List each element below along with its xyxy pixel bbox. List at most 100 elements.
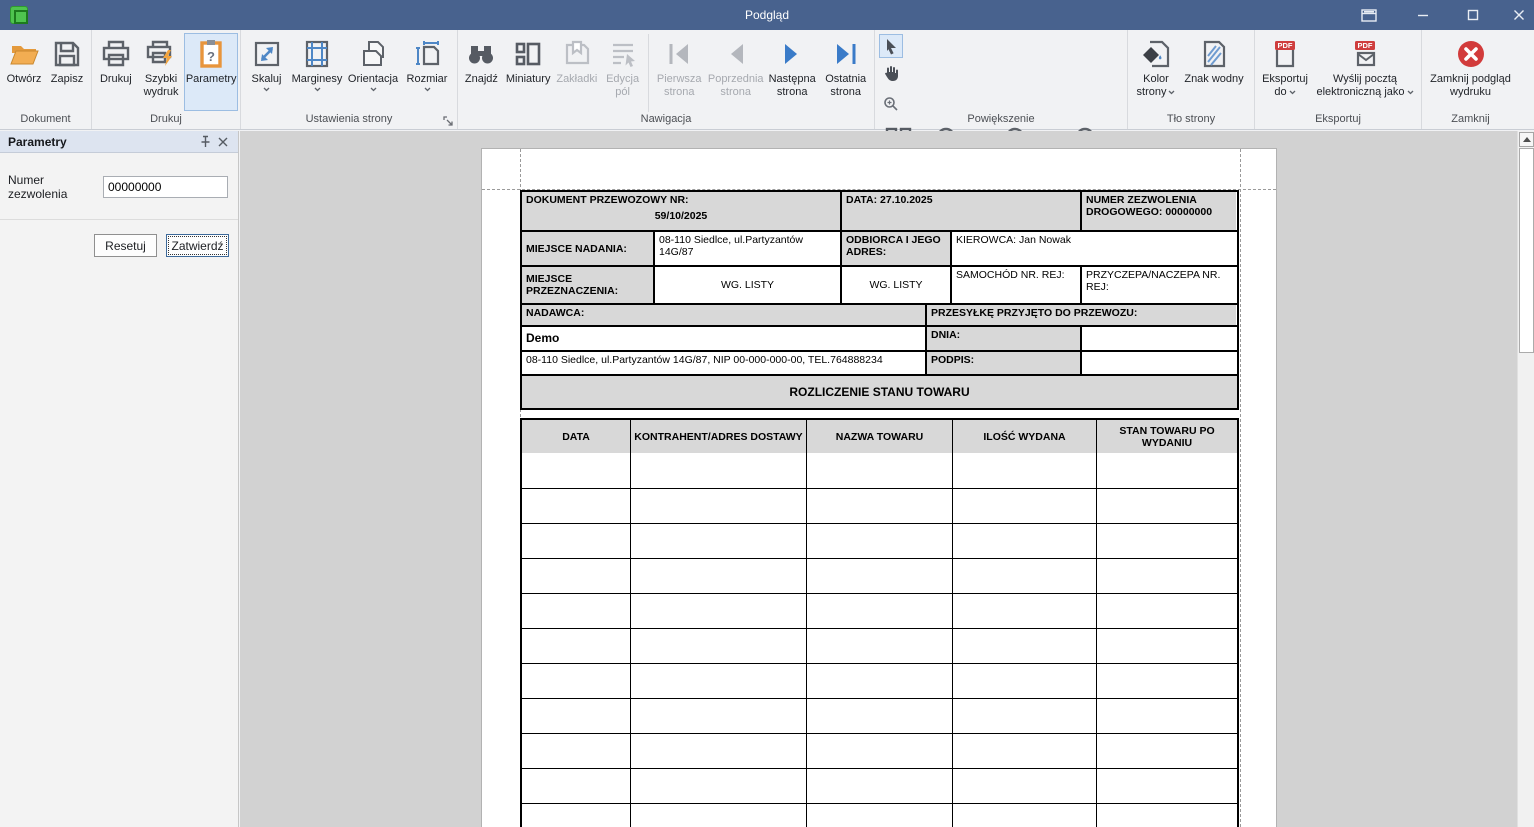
maximize-button[interactable] — [1458, 0, 1488, 30]
thumbnails-button[interactable]: Miniatury — [503, 33, 554, 111]
destination-label-cell: MIEJSCE PRZEZNACZENIA: — [522, 267, 653, 303]
table-cell — [630, 524, 806, 558]
table-cell — [806, 804, 952, 827]
margins-icon — [301, 38, 333, 70]
group-eksportuj: PDF Eksportuj do PDF Wyślij pocztą elekt… — [1255, 30, 1422, 129]
table-cell — [630, 769, 806, 803]
group-powiekszenie: Wiele stron Pomniejsz Powiększenie Pow — [875, 30, 1128, 129]
last-page-icon — [830, 38, 862, 70]
table-cell — [952, 524, 1096, 558]
parameters-button[interactable]: ? Parametry — [184, 33, 238, 111]
close-preview-button[interactable]: Zamknij podgląd wydruku — [1425, 33, 1517, 111]
column-header: DATA — [522, 420, 630, 453]
send-email-button[interactable]: PDF Wyślij pocztą elektroniczną jako — [1313, 33, 1417, 111]
group-zamknij: Zamknij podgląd wydruku Zamknij — [1422, 30, 1519, 129]
trailer-cell: PRZYCZEPA/NACZEPA NR. REJ: — [1080, 267, 1236, 303]
doc-number-cell: DOKUMENT PRZEWOZOWY NR: 59/10/2025 — [522, 192, 840, 230]
permit-number-label: Numer zezwolenia — [8, 173, 103, 201]
chevron-down-icon — [1289, 90, 1296, 95]
margins-button[interactable]: Marginesy — [290, 33, 344, 111]
last-page-button[interactable]: Ostatnia strona — [819, 33, 872, 111]
origin-label-cell: MIEJSCE NADANIA: — [522, 232, 653, 265]
open-button[interactable]: Otwórz — [2, 33, 46, 111]
table-row — [522, 488, 1237, 523]
save-button[interactable]: Zapisz — [46, 33, 88, 111]
preview-area[interactable]: DOKUMENT PRZEWOZOWY NR: 59/10/2025 DATA:… — [240, 131, 1517, 827]
pin-icon[interactable] — [196, 134, 214, 150]
ribbon-toggle-icon[interactable] — [1354, 0, 1384, 30]
pointer-tool-button[interactable] — [879, 34, 903, 58]
doc-date-cell: DATA: 27.10.2025 — [840, 192, 1080, 230]
svg-text:?: ? — [207, 49, 215, 64]
recipient-value-cell: WG. LISTY — [840, 267, 950, 303]
group-label-drukuj: Drukuj — [92, 112, 240, 129]
next-page-button[interactable]: Następna strona — [765, 33, 820, 111]
confirm-button[interactable]: Zatwierdź — [166, 234, 229, 257]
date-value-cell — [1080, 327, 1236, 350]
hand-tool-button[interactable] — [879, 61, 903, 85]
size-button[interactable]: Rozmiar — [402, 33, 452, 111]
export-to-button[interactable]: PDF Eksportuj do — [1257, 33, 1313, 111]
minimize-button[interactable] — [1408, 0, 1438, 30]
table-cell — [522, 559, 630, 593]
group-ustawienia-strony: Skaluj Marginesy Orientacja — [241, 30, 458, 129]
find-button[interactable]: Znajdź — [460, 33, 503, 111]
ribbon: Otwórz Zapisz Dokument Drukuj — [0, 30, 1534, 130]
panel-title: Parametry — [8, 135, 196, 149]
table-cell — [522, 664, 630, 698]
table-cell — [952, 489, 1096, 523]
table-cell — [630, 594, 806, 628]
table-cell — [1096, 629, 1237, 663]
chevron-down-icon — [370, 87, 377, 92]
dialog-launcher-icon[interactable] — [443, 116, 454, 127]
edit-fields-button[interactable]: Edycja pól — [600, 33, 645, 111]
scrollbar-thumb[interactable] — [1519, 148, 1534, 353]
table-cell — [1096, 453, 1237, 488]
permit-number-input[interactable] — [103, 176, 228, 198]
document-page: DOKUMENT PRZEWOZOWY NR: 59/10/2025 DATA:… — [481, 148, 1277, 827]
close-button[interactable] — [1504, 0, 1534, 30]
group-dokument: Otwórz Zapisz Dokument — [0, 30, 92, 129]
chevron-down-icon — [263, 87, 270, 92]
scale-button[interactable]: Skaluj — [243, 33, 290, 111]
window-title: Podgląd — [0, 8, 1534, 22]
parameters-clipboard-icon: ? — [195, 38, 227, 70]
table-cell — [630, 699, 806, 733]
scroll-up-button[interactable] — [1519, 132, 1534, 147]
table-cell — [806, 699, 952, 733]
table-cell — [522, 804, 630, 827]
parameters-panel: Parametry Numer zezwolenia Resetuj Zatwi… — [0, 131, 239, 827]
orientation-button[interactable]: Orientacja — [344, 33, 402, 111]
recipient-label-cell: ODBIORCA I JEGO ADRES: — [840, 232, 950, 265]
table-cell — [1096, 524, 1237, 558]
sender-name-cell: Demo — [522, 327, 925, 350]
margin-guide-right — [1240, 149, 1241, 827]
signature-label-cell: PODPIS: — [925, 352, 1080, 374]
svg-text:PDF: PDF — [1358, 41, 1373, 50]
table-row — [522, 733, 1237, 768]
table-row — [522, 453, 1237, 488]
previous-page-button[interactable]: Poprzednia strona — [706, 33, 764, 111]
vertical-scrollbar[interactable] — [1517, 131, 1534, 827]
watermark-button[interactable]: Znak wodny — [1182, 33, 1246, 111]
signature-value-cell — [1080, 352, 1236, 374]
quick-print-button[interactable]: Szybki wydruk — [138, 33, 185, 111]
table-cell — [522, 524, 630, 558]
thumbnails-icon — [512, 38, 544, 70]
bookmark-icon — [561, 38, 593, 70]
column-header: STAN TOWARU PO WYDANIU — [1096, 420, 1237, 453]
table-cell — [952, 453, 1096, 488]
table-cell — [952, 804, 1096, 827]
print-button[interactable]: Drukuj — [94, 33, 138, 111]
panel-close-icon[interactable] — [214, 134, 232, 150]
page-color-button[interactable]: Kolor strony — [1130, 33, 1182, 111]
group-label-tlo: Tło strony — [1128, 112, 1254, 129]
table-cell — [806, 559, 952, 593]
goods-table-body — [522, 453, 1237, 827]
table-cell — [522, 699, 630, 733]
table-cell — [1096, 734, 1237, 768]
first-page-button[interactable]: Pierwsza strona — [652, 33, 707, 111]
column-header: KONTRAHENT/ADRES DOSTAWY — [630, 420, 806, 453]
bookmarks-button[interactable]: Zakładki — [553, 33, 600, 111]
reset-button[interactable]: Resetuj — [94, 234, 157, 257]
